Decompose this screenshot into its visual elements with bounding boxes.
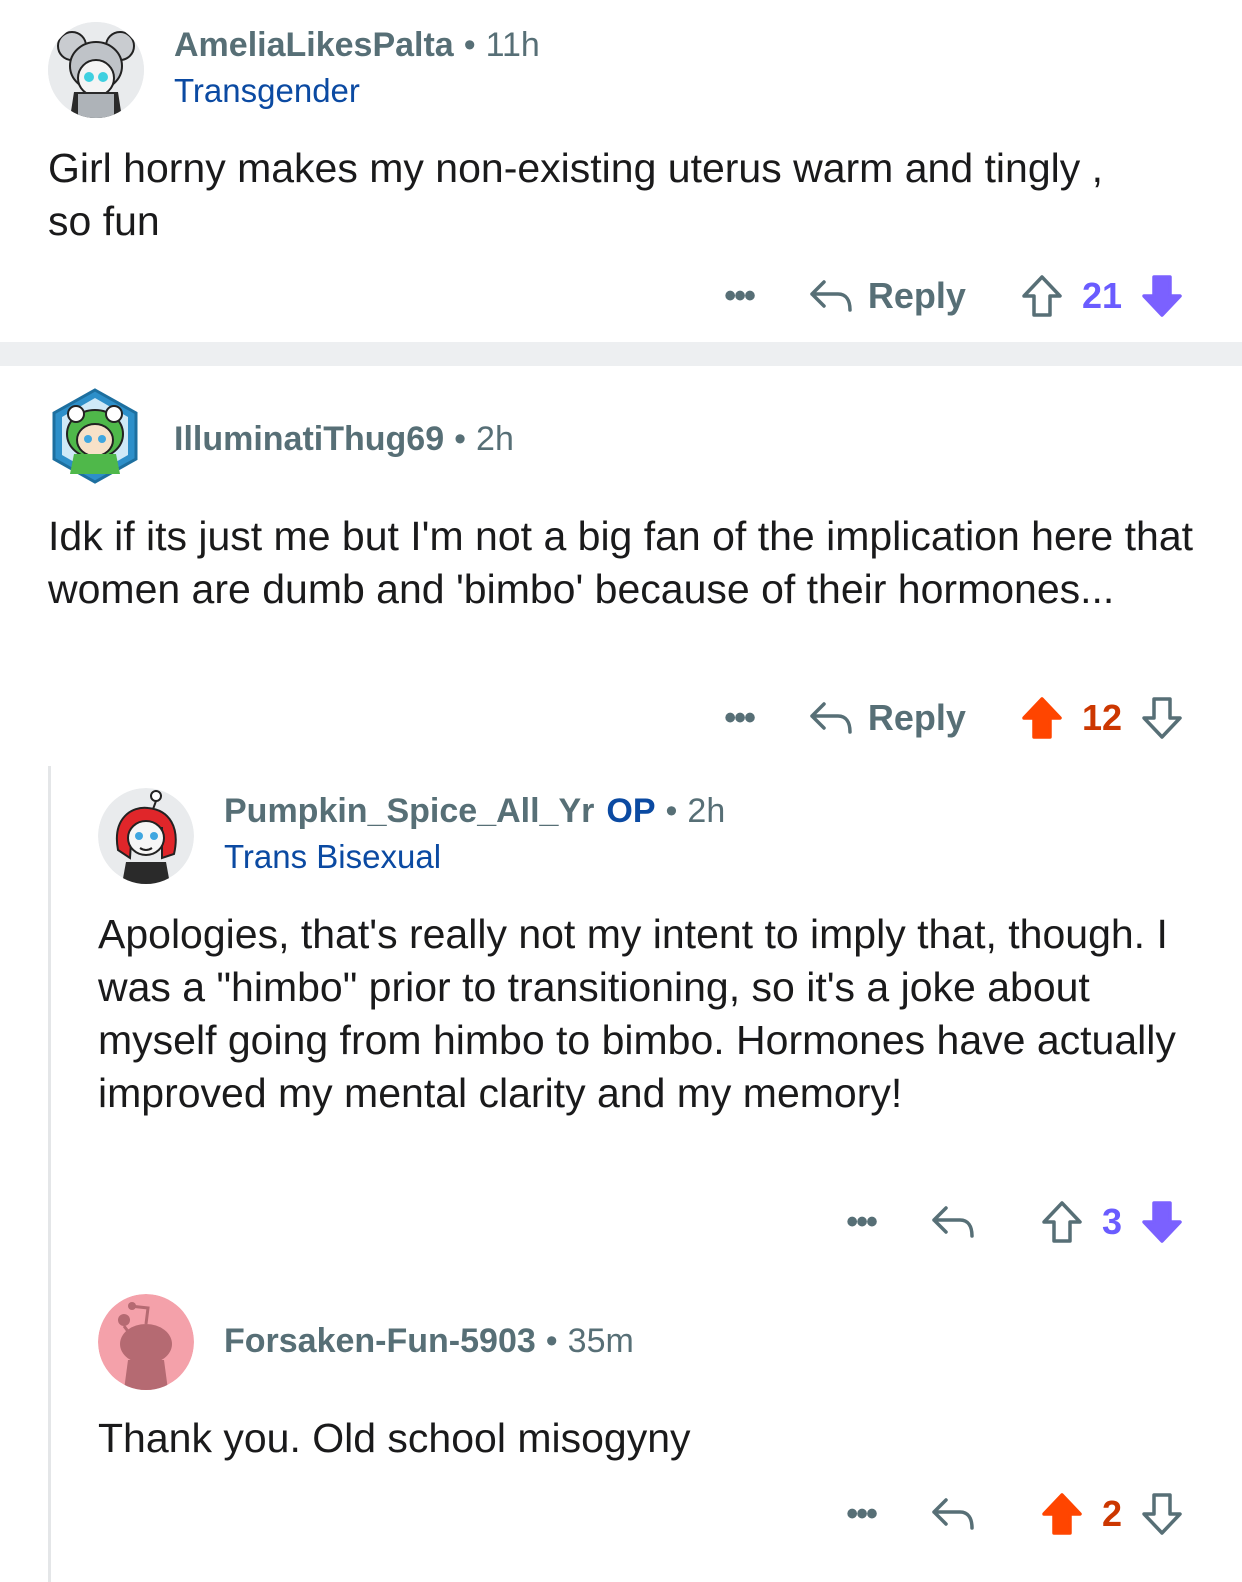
more-options-button[interactable]: ••• [846,1203,878,1242]
comment-forsaken: Forsaken-Fun-5903 • 35m Thank you. Old sch… [0,1292,1242,1582]
reply-arrow-icon [810,702,852,734]
separator-dot: • [665,792,678,830]
comment-pumpkin: Pumpkin_Spice_All_Yr OP • 2h Trans Bisexual… [0,766,1242,1286]
downvote-arrow-icon[interactable] [1140,1491,1184,1537]
reply-label: Reply [867,697,966,738]
reply-button[interactable] [930,1202,990,1242]
timestamp: 2h [476,420,514,458]
redhead-avatar-icon[interactable] [98,788,194,884]
frog-hood-avatar-icon[interactable] [50,388,140,484]
upvote-arrow-icon[interactable] [1040,1199,1084,1245]
more-options-button[interactable]: ••• [724,277,756,316]
vote-control: 12 [1020,695,1184,741]
separator-dot: • [545,1322,558,1360]
comment-body: Apologies, that's really not my intent t… [98,911,1176,1116]
upvote-arrow-icon[interactable] [1020,273,1064,319]
user-flair: Transgender [174,72,360,109]
comment-divider [0,342,1242,366]
timestamp: 35m [567,1322,634,1360]
vote-count: 12 [1081,697,1122,738]
comment-amelia: AmeliaLikesPalta • 11h Transgender Girl ho… [0,0,1242,340]
reply-label: Reply [867,275,966,316]
more-options-button[interactable]: ••• [846,1495,878,1534]
reply-button[interactable]: Reply [808,275,966,317]
username[interactable]: AmeliaLikesPalta [174,26,454,64]
upvote-arrow-icon[interactable] [1020,695,1064,741]
comment-actions: ••• 2 [846,1484,1184,1544]
reply-arrow-icon [810,280,852,312]
comment-body: Girl horny makes my non-existing uterus … [48,145,1104,244]
downvote-arrow-icon[interactable] [1140,1199,1184,1245]
username[interactable]: Forsaken-Fun-5903 [224,1322,536,1360]
comment-actions: ••• 3 [846,1192,1184,1252]
comment-illuminati: IlluminatiThug69 • 2h Idk if its just me b… [0,366,1242,766]
vote-count: 21 [1081,275,1122,316]
upvote-arrow-icon[interactable] [1040,1491,1084,1537]
vote-count: 2 [1101,1493,1122,1534]
reply-arrow-icon [932,1498,974,1530]
koala-avatar-icon[interactable] [48,22,144,118]
comment-meta: IlluminatiThug69 • 2h [174,420,514,459]
separator-dot: • [454,420,467,458]
vote-count: 3 [1101,1201,1122,1242]
more-options-button[interactable]: ••• [724,699,756,738]
comment-meta: AmeliaLikesPalta • 11h [174,26,540,65]
comment-actions: ••• Reply 21 [724,266,1184,326]
username[interactable]: IlluminatiThug69 [174,420,444,458]
timestamp: 11h [485,26,540,64]
separator-dot: • [463,26,476,64]
comment-body: Thank you. Old school misogyny [98,1415,691,1461]
downvote-arrow-icon[interactable] [1140,273,1184,319]
username[interactable]: Pumpkin_Spice_All_Yr [224,792,594,830]
vote-control: 3 [1040,1199,1184,1245]
comment-meta: Forsaken-Fun-5903 • 35m [224,1322,634,1361]
vote-control: 2 [1040,1491,1184,1537]
comment-meta: Pumpkin_Spice_All_Yr OP • 2h [224,792,725,831]
downvote-arrow-icon[interactable] [1140,695,1184,741]
comment-actions: ••• Reply 12 [724,688,1184,748]
user-flair: Trans Bisexual [224,838,442,875]
reply-button[interactable] [930,1494,990,1534]
vote-control: 21 [1020,273,1184,319]
reply-button[interactable]: Reply [808,697,966,739]
comment-body: Idk if its just me but I'm not a big fan… [48,513,1194,612]
snoo-avatar-icon[interactable] [98,1294,194,1390]
reply-arrow-icon [932,1206,974,1238]
timestamp: 2h [687,792,726,830]
op-badge: OP [606,792,656,830]
